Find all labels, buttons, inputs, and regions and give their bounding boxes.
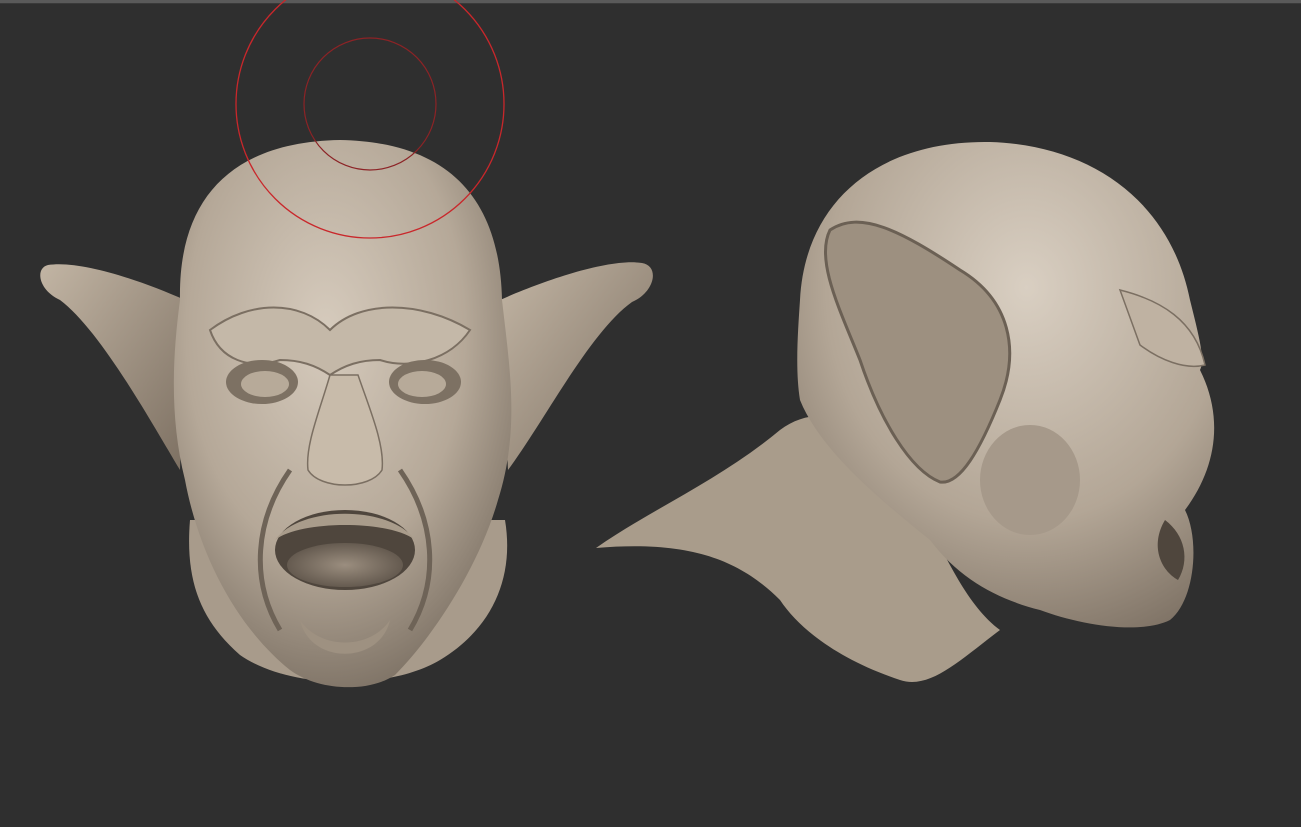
front-left-ear bbox=[40, 264, 185, 470]
goblin-head-front[interactable] bbox=[40, 140, 653, 688]
front-tongue bbox=[287, 543, 403, 587]
canvas-svg[interactable] bbox=[0, 0, 1301, 827]
front-left-eyeball bbox=[241, 371, 289, 397]
goblin-head-side[interactable] bbox=[596, 141, 1215, 682]
side-cheek bbox=[980, 425, 1080, 535]
sculpt-viewport[interactable] bbox=[0, 0, 1301, 827]
front-right-eyeball bbox=[398, 371, 446, 397]
front-right-ear bbox=[500, 262, 653, 470]
